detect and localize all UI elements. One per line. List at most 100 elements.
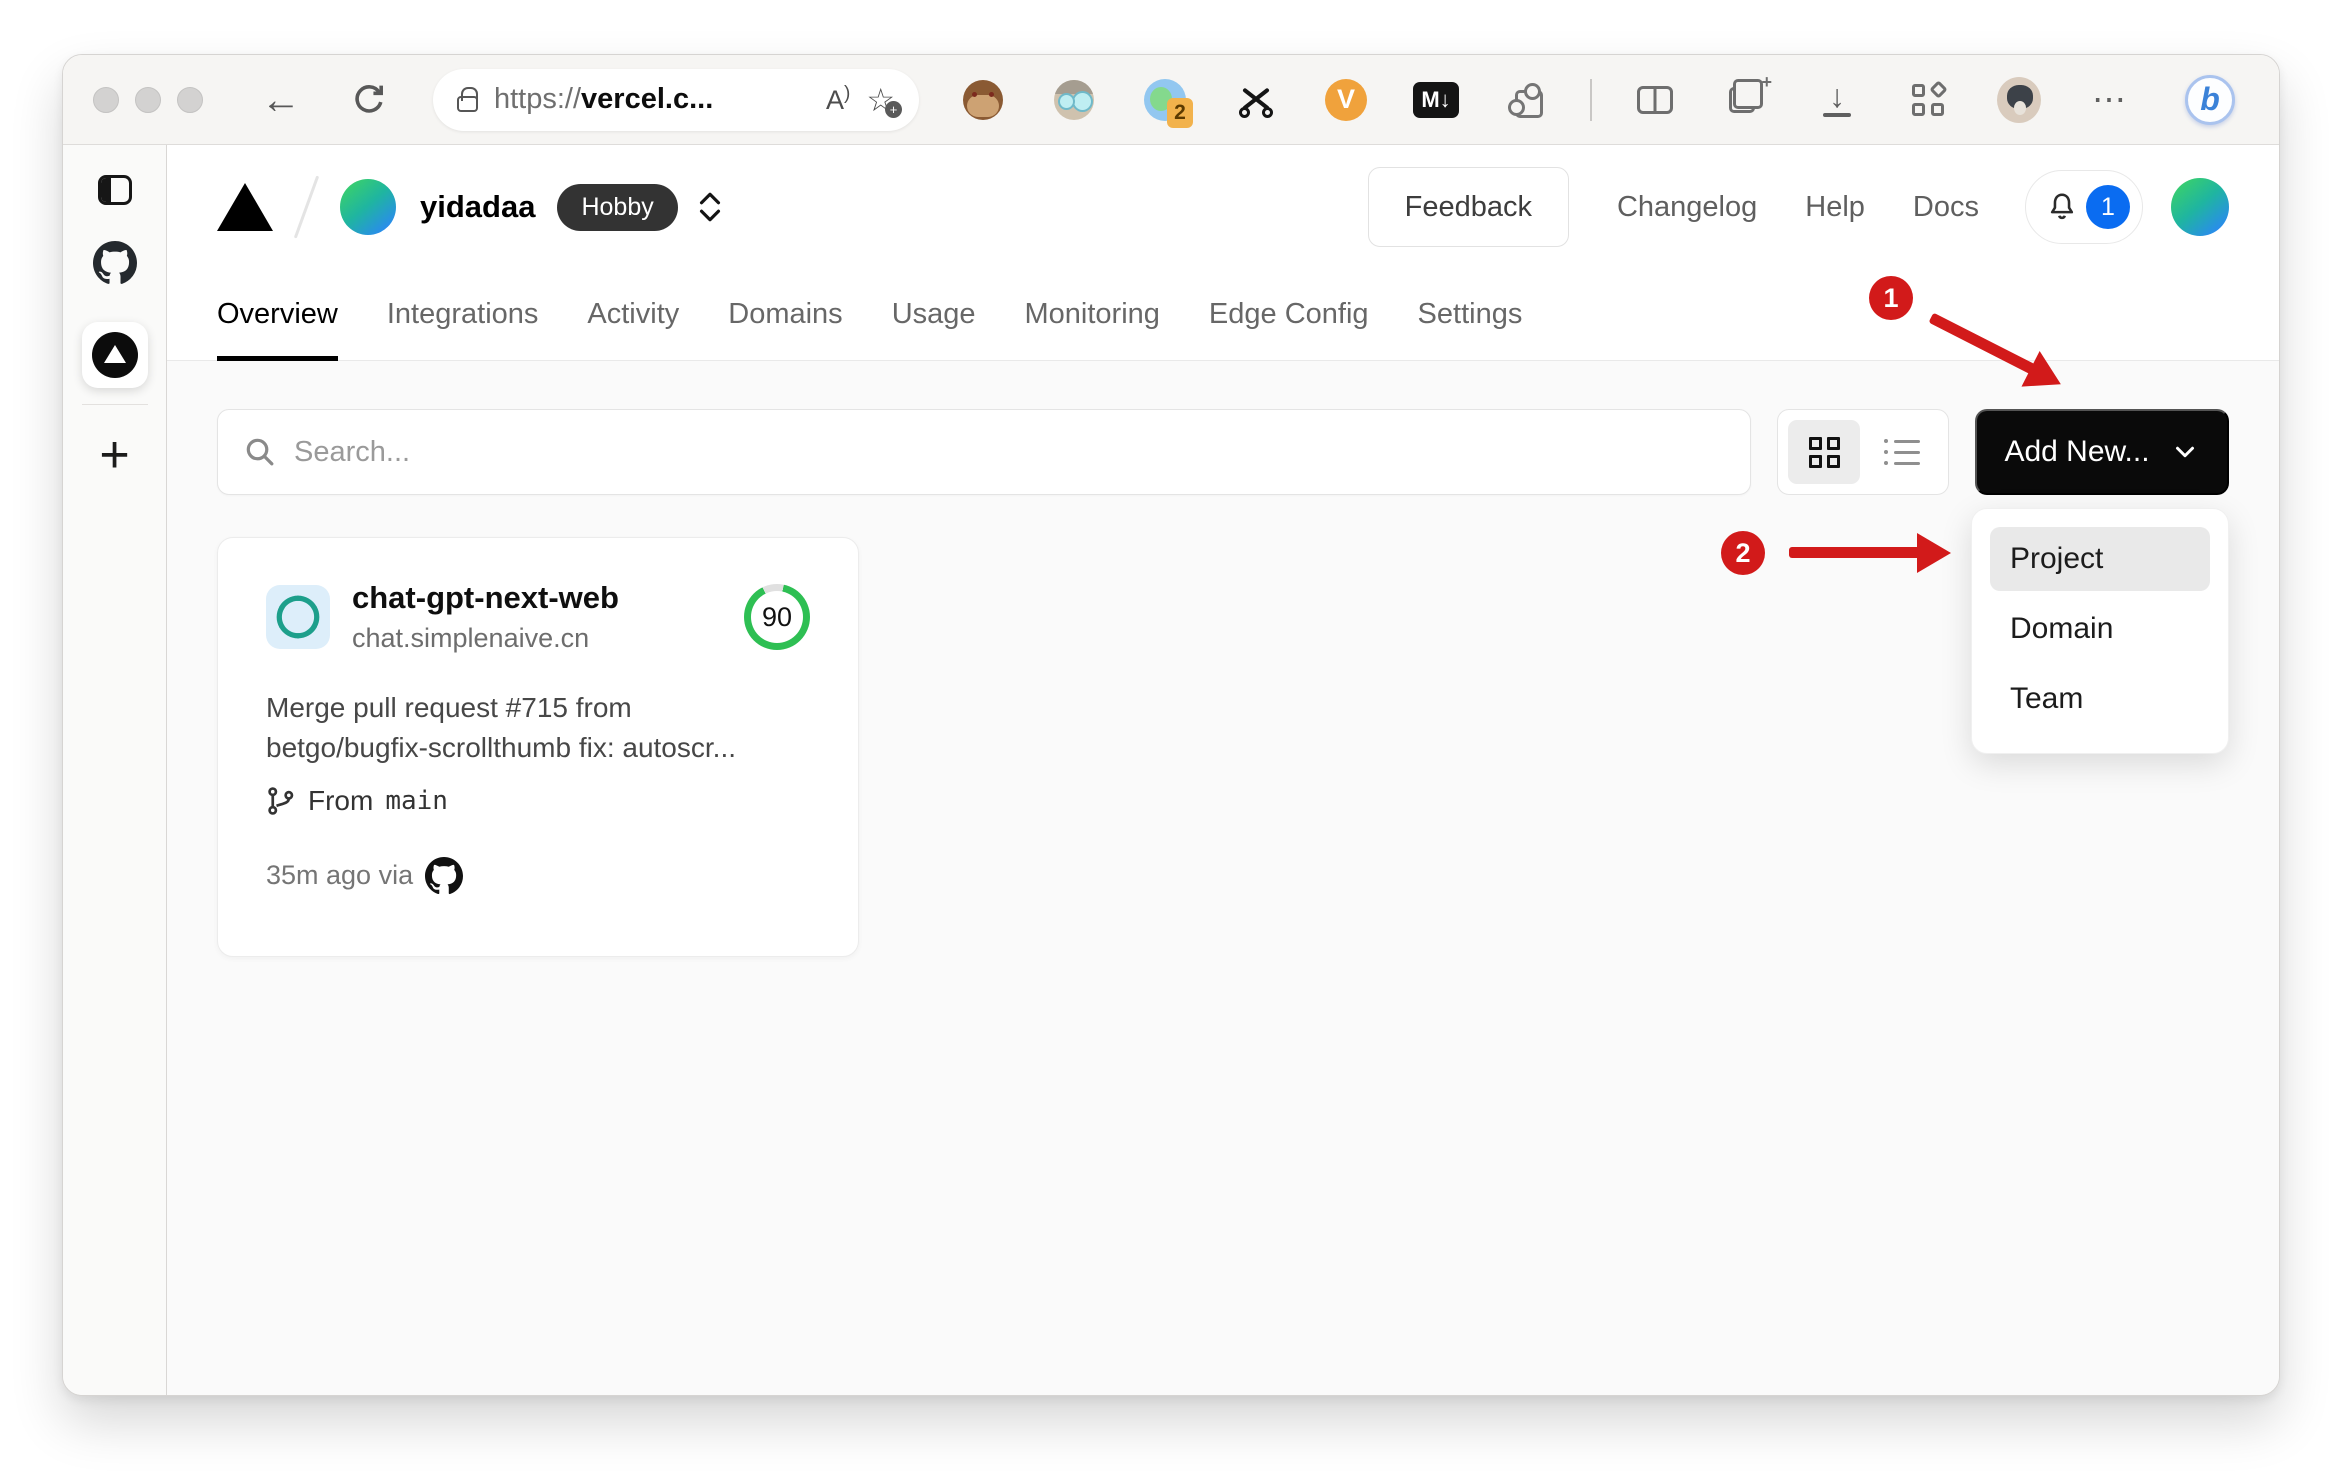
overflow-menu-icon[interactable]: ⋯ bbox=[2088, 78, 2132, 122]
project-domain[interactable]: chat.simplenaive.cn bbox=[352, 623, 619, 654]
commit-line-2: betgo/bugfix-scrollthumb fix: autoscr... bbox=[266, 732, 736, 764]
openai-logo-icon bbox=[266, 585, 330, 649]
address-bar[interactable]: https://vercel.c... A) ☆ + bbox=[433, 68, 919, 131]
vercel-logo[interactable] bbox=[217, 183, 273, 231]
deployment-meta: 35m ago via bbox=[266, 856, 810, 895]
vercel-dashboard: yidadaa Hobby Feedback Changelog Help Do… bbox=[167, 145, 2279, 1395]
team-switcher-icon[interactable] bbox=[696, 189, 724, 225]
annotation-step-1: 1 bbox=[1869, 276, 1913, 320]
list-view-button[interactable] bbox=[1866, 420, 1938, 484]
tampermonkey-extension-icon[interactable] bbox=[961, 78, 1005, 122]
tab-domains[interactable]: Domains bbox=[728, 269, 842, 360]
team-avatar[interactable] bbox=[340, 179, 396, 235]
tab-usage[interactable]: Usage bbox=[892, 269, 976, 360]
deployed-time: 35m ago via bbox=[266, 860, 414, 891]
tab-settings[interactable]: Settings bbox=[1418, 269, 1523, 360]
chevron-down-icon bbox=[2175, 446, 2194, 458]
markdown-extension-icon[interactable]: M↓ bbox=[1413, 78, 1459, 122]
extensions-row: 2 V M↓ + ↓ ⋯ b bbox=[961, 72, 2249, 128]
dashboard-tabs: Overview Integrations Activity Domains U… bbox=[217, 269, 2229, 361]
add-new-button[interactable]: Add New... bbox=[1975, 409, 2229, 495]
tab-overview[interactable]: Overview bbox=[217, 269, 338, 361]
add-new-label: Add New... bbox=[2004, 435, 2150, 468]
browser-window: ← https://vercel.c... A) ☆ + 2 V M↓ + ↓ … bbox=[62, 54, 2280, 1396]
extension-count-badge: 2 bbox=[1167, 97, 1193, 128]
tab-panel-icon[interactable] bbox=[97, 175, 132, 205]
favorite-add-badge: + bbox=[885, 100, 902, 118]
search-icon bbox=[246, 438, 274, 466]
v-extension-icon[interactable]: V bbox=[1325, 78, 1367, 121]
commit-line-1: Merge pull request #715 from bbox=[266, 692, 632, 723]
tab-edge-config[interactable]: Edge Config bbox=[1209, 269, 1369, 360]
bell-icon bbox=[2050, 193, 2074, 220]
collections-icon[interactable]: + bbox=[1724, 72, 1772, 122]
commit-message: Merge pull request #715 from betgo/bugfi… bbox=[266, 688, 810, 769]
projects-toolbar: Add New... bbox=[217, 409, 2229, 495]
browser-sidebar: + bbox=[63, 145, 167, 1395]
dropdown-item-domain[interactable]: Domain bbox=[1990, 597, 2210, 661]
search-box[interactable] bbox=[217, 409, 1751, 495]
breadcrumb-slash bbox=[293, 175, 320, 239]
dropdown-item-project[interactable]: Project bbox=[1990, 527, 2210, 591]
notifications-button[interactable]: 1 bbox=[2025, 170, 2143, 244]
dropdown-item-team[interactable]: Team bbox=[1990, 667, 2210, 731]
extensions-puzzle-icon[interactable] bbox=[1505, 78, 1549, 122]
dashboard-content: Add New... bbox=[167, 361, 2279, 1395]
add-new-dropdown: Project Domain Team bbox=[1971, 508, 2229, 754]
grid-icon bbox=[1808, 436, 1840, 468]
page-url[interactable]: https://vercel.c... bbox=[494, 83, 713, 116]
project-card[interactable]: chat-gpt-next-web chat.simplenaive.cn 90… bbox=[217, 537, 859, 957]
toolbar-divider bbox=[1590, 78, 1592, 121]
maximize-window-button[interactable] bbox=[177, 86, 203, 113]
git-branch-icon bbox=[268, 786, 294, 815]
browser-toolbar: ← https://vercel.c... A) ☆ + 2 V M↓ + ↓ … bbox=[63, 55, 2279, 145]
avatar-extension-icon[interactable] bbox=[1052, 78, 1096, 122]
bing-chat-icon[interactable]: b bbox=[2185, 74, 2235, 125]
url-scheme: https:// bbox=[494, 83, 582, 115]
list-icon bbox=[1884, 439, 1920, 465]
badge-extension-icon[interactable]: 2 bbox=[1143, 78, 1193, 128]
team-name[interactable]: yidadaa bbox=[420, 189, 535, 225]
lighthouse-score-value: 90 bbox=[751, 591, 803, 643]
new-tab-button[interactable]: + bbox=[99, 429, 129, 481]
feedback-button[interactable]: Feedback bbox=[1367, 167, 1569, 247]
tab-monitoring[interactable]: Monitoring bbox=[1025, 269, 1160, 360]
github-tab-icon[interactable] bbox=[92, 241, 137, 290]
github-icon bbox=[425, 856, 464, 894]
help-link[interactable]: Help bbox=[1805, 191, 1865, 224]
branch-from-label: From bbox=[308, 784, 374, 816]
tab-integrations[interactable]: Integrations bbox=[387, 269, 539, 360]
favorite-star-icon[interactable]: ☆ + bbox=[866, 84, 902, 118]
docs-link[interactable]: Docs bbox=[1913, 191, 1979, 224]
user-avatar[interactable] bbox=[2171, 178, 2229, 236]
plan-badge: Hobby bbox=[557, 183, 678, 231]
annotation-arrow-2 bbox=[1789, 547, 1921, 558]
grid-view-button[interactable] bbox=[1788, 420, 1860, 484]
workspaces-icon[interactable] bbox=[1906, 78, 1950, 122]
branch-name[interactable]: main bbox=[385, 786, 448, 816]
read-aloud-icon[interactable]: A) bbox=[826, 83, 850, 116]
close-window-button[interactable] bbox=[93, 86, 119, 113]
header-top-row: yidadaa Hobby Feedback Changelog Help Do… bbox=[217, 145, 2229, 269]
lock-icon[interactable] bbox=[457, 87, 478, 112]
view-toggle bbox=[1777, 409, 1949, 495]
search-input[interactable] bbox=[294, 435, 1724, 469]
lighthouse-score-ring[interactable]: 90 bbox=[744, 584, 810, 650]
notification-count-badge: 1 bbox=[2086, 185, 2130, 229]
profile-avatar[interactable] bbox=[1997, 76, 2041, 123]
downloads-icon[interactable]: ↓ bbox=[1815, 78, 1859, 122]
vercel-tab-active[interactable] bbox=[81, 322, 148, 388]
vercel-tab-icon bbox=[91, 332, 138, 378]
tab-activity[interactable]: Activity bbox=[587, 269, 679, 360]
window-body: + yidadaa Hobby Feedback Changelog Help bbox=[63, 145, 2279, 1395]
back-icon[interactable]: ← bbox=[261, 80, 301, 120]
minimize-window-button[interactable] bbox=[135, 86, 161, 113]
split-screen-icon[interactable] bbox=[1633, 78, 1677, 122]
sidebar-divider bbox=[81, 404, 148, 405]
project-name[interactable]: chat-gpt-next-web bbox=[352, 580, 619, 616]
refresh-icon[interactable] bbox=[351, 82, 387, 118]
scissors-extension-icon[interactable] bbox=[1234, 78, 1278, 122]
url-host: vercel.c... bbox=[581, 83, 714, 115]
changelog-link[interactable]: Changelog bbox=[1617, 191, 1757, 224]
project-card-head: chat-gpt-next-web chat.simplenaive.cn 90 bbox=[266, 580, 810, 654]
